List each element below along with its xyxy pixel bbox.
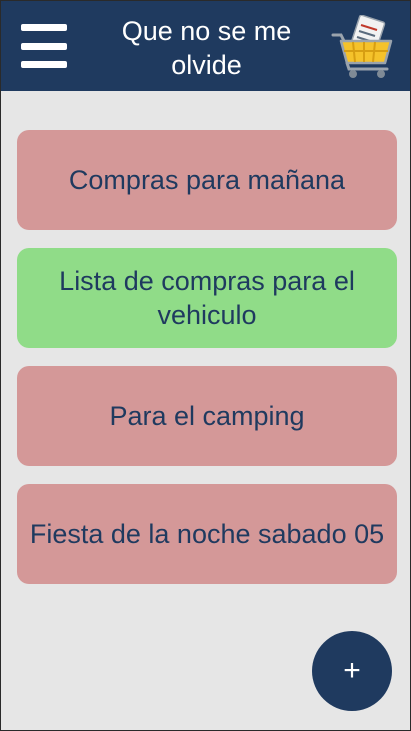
list-card-label: Para el camping [109,401,305,431]
plus-icon: + [343,654,361,687]
app-screen: Que no se me olvide Compras para mañana … [0,0,411,731]
menu-button[interactable] [21,24,67,68]
app-bar: Que no se me olvide [1,1,410,91]
hamburger-menu-icon [21,42,67,50]
hamburger-menu-icon [21,24,67,31]
list-card[interactable]: Compras para mañana [17,130,397,230]
list-card[interactable]: Fiesta de la noche sabado 05 [17,484,397,584]
list-card[interactable]: Para el camping [17,366,397,466]
list-card[interactable]: Lista de compras para el vehiculo [17,248,397,348]
list-card-label: Lista de compras para el vehiculo [59,266,355,330]
app-title: Que no se me olvide [121,16,292,80]
add-list-button[interactable]: + [312,631,392,711]
hamburger-menu-icon [21,61,67,68]
list-card-label: Fiesta de la noche sabado 05 [29,519,385,549]
list-card-label: Compras para mañana [68,165,346,195]
shopping-cart-icon [331,15,393,78]
